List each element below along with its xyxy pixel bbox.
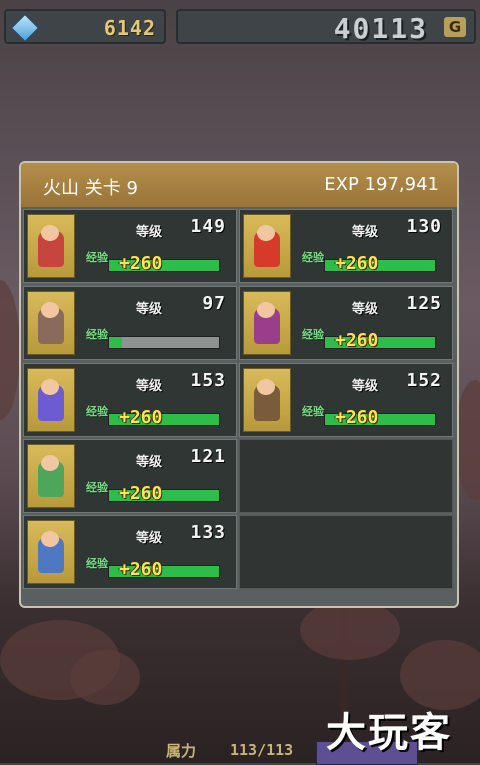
character-portrait — [27, 291, 75, 355]
exp-bonus: +260 — [335, 330, 379, 351]
character-slot[interactable]: 等级 133 经验 +260 — [23, 515, 237, 589]
exp-label: 经验 — [86, 405, 108, 418]
level-label: 等级 — [136, 455, 163, 470]
level-value: 133 — [190, 522, 226, 543]
level-label: 等级 — [352, 379, 379, 394]
character-head — [257, 379, 275, 395]
exp-label: 经验 — [302, 328, 324, 341]
exp-bonus: +260 — [119, 559, 163, 580]
character-portrait — [27, 214, 75, 278]
background-tree — [70, 650, 140, 705]
level-label: 等级 — [136, 302, 163, 317]
gold-counter: 40113 G — [176, 9, 476, 45]
character-portrait — [243, 214, 291, 278]
exp-label: 经验 — [86, 557, 108, 570]
exp-bar-fill — [109, 337, 123, 348]
character-slot[interactable]: 等级 149 经验 +260 — [23, 209, 237, 283]
character-slot[interactable]: 等级 153 经验 +260 — [23, 363, 237, 437]
exp-bonus: +260 — [335, 407, 379, 428]
exp-bonus: +260 — [119, 253, 163, 274]
character-head — [41, 379, 59, 395]
exp-label: 经验 — [86, 328, 108, 341]
character-portrait — [27, 368, 75, 432]
watermark: 大玩客 — [326, 709, 452, 756]
top-status-bar: 6142 40113 G — [0, 0, 480, 50]
exp-bonus: +260 — [119, 407, 163, 428]
gold-count: 40113 — [333, 12, 428, 45]
character-head — [257, 302, 275, 318]
character-slot[interactable]: 等级 125 经验 +260 — [239, 286, 453, 360]
level-label: 等级 — [136, 531, 163, 546]
level-value: 149 — [190, 216, 226, 237]
panel-header: 火山 关卡 9 EXP 197,941 — [21, 163, 457, 207]
exp-label: 经验 — [86, 481, 108, 494]
exp-bonus: +260 — [335, 253, 379, 274]
background-tree — [0, 280, 20, 420]
character-head — [257, 225, 275, 241]
power-label: 属力 — [166, 742, 197, 760]
level-value: 125 — [406, 293, 442, 314]
level-label: 等级 — [352, 302, 379, 317]
exp-label: 经验 — [302, 405, 324, 418]
power-value: 113/113 — [230, 741, 294, 759]
level-label: 等级 — [136, 225, 163, 240]
character-slot[interactable]: 等级 97 经验 — [23, 286, 237, 360]
character-head — [41, 302, 59, 318]
stage-title: 火山 关卡 9 — [43, 178, 138, 199]
character-head — [41, 455, 59, 471]
level-value: 130 — [406, 216, 442, 237]
exp-label: 经验 — [86, 251, 108, 264]
character-slot[interactable]: 等级 130 经验 +260 — [239, 209, 453, 283]
character-portrait — [243, 291, 291, 355]
level-label: 等级 — [136, 379, 163, 394]
gem-count: 6142 — [103, 16, 156, 40]
character-head — [41, 225, 59, 241]
character-slot[interactable]: 等级 121 经验 +260 — [23, 439, 237, 513]
level-label: 等级 — [352, 225, 379, 240]
level-value: 153 — [190, 370, 226, 391]
exp-label: 经验 — [302, 251, 324, 264]
character-head — [41, 531, 59, 547]
empty-slot — [239, 515, 453, 589]
character-portrait — [243, 368, 291, 432]
exp-bar — [108, 336, 220, 349]
character-portrait — [27, 520, 75, 584]
exp-bonus: +260 — [119, 483, 163, 504]
gem-counter: 6142 — [4, 9, 166, 44]
character-slot[interactable]: 等级 152 经验 +260 — [239, 363, 453, 437]
level-value: 121 — [190, 446, 226, 467]
level-value: 97 — [202, 293, 226, 314]
gold-coin-icon: G — [444, 17, 466, 37]
character-portrait — [27, 444, 75, 508]
empty-slot — [239, 439, 453, 513]
background-tree — [300, 600, 400, 660]
stage-exp: EXP 197,941 — [324, 174, 439, 195]
diamond-icon — [10, 13, 40, 43]
team-panel: 火山 关卡 9 EXP 197,941 等级 149 经验 +260 等级 130 经验 +2… — [19, 161, 459, 608]
level-value: 152 — [406, 370, 442, 391]
